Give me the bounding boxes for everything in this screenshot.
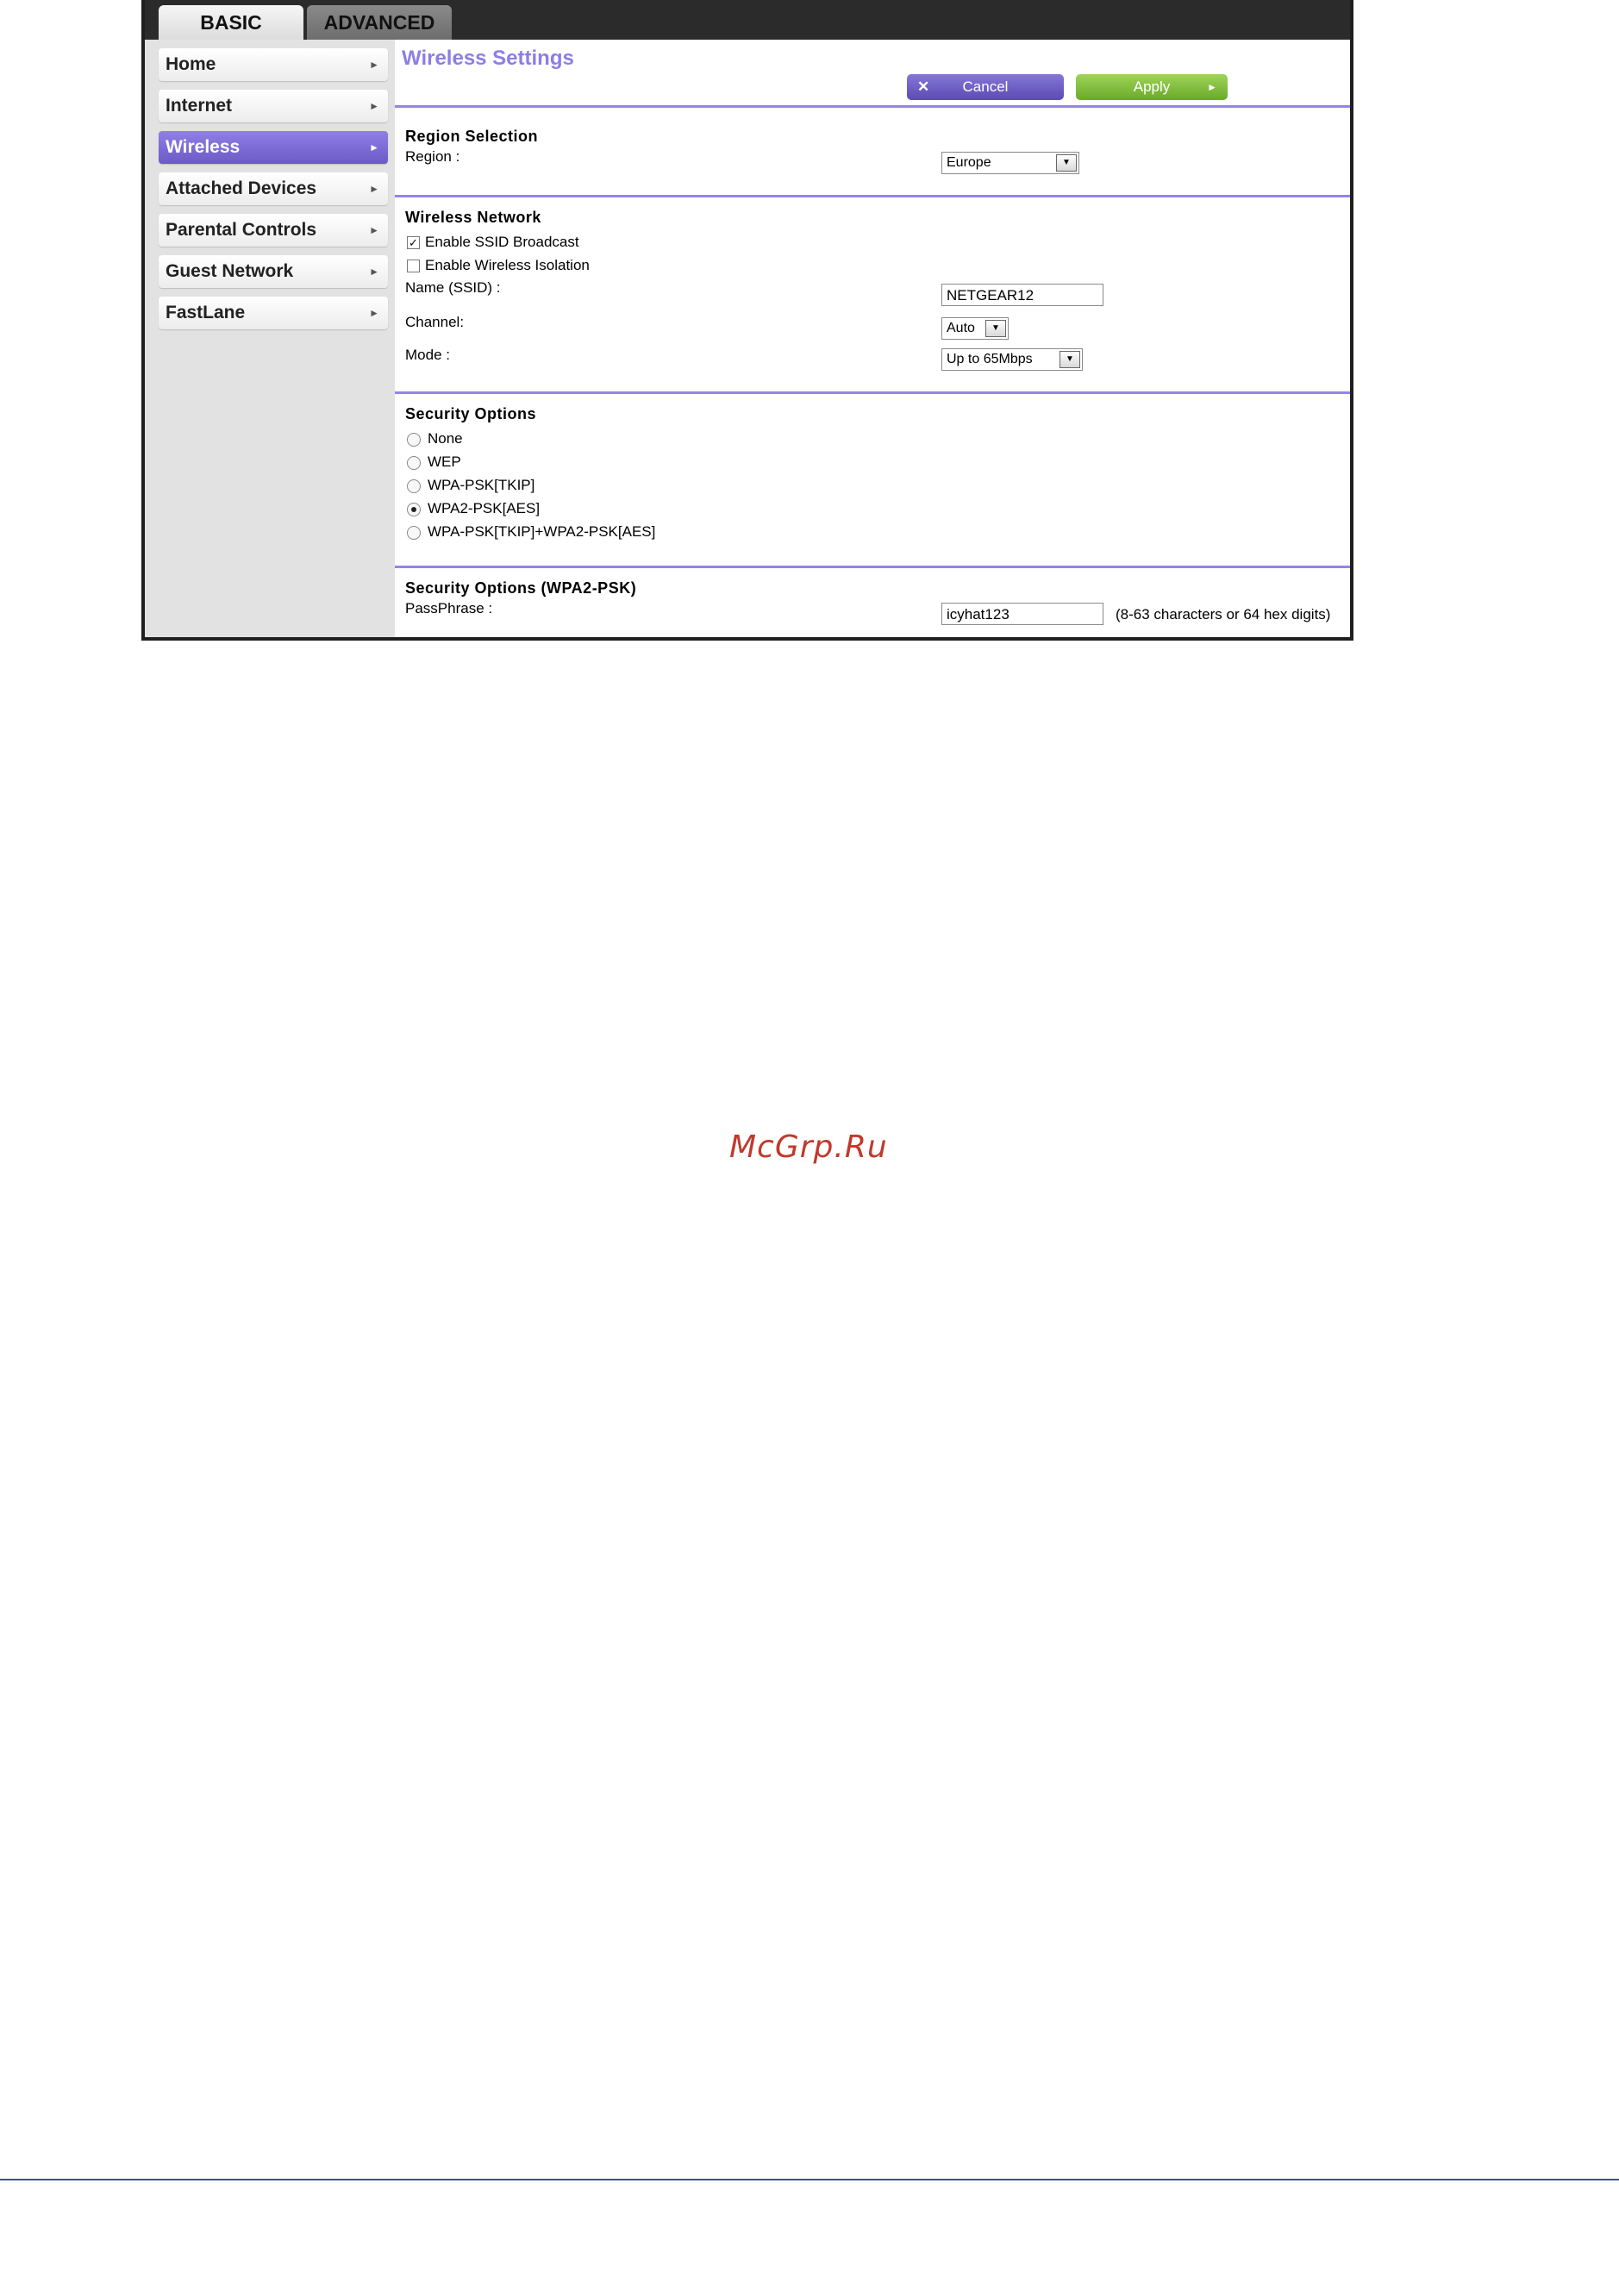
wireless-network-section-title: Wireless Network <box>405 209 541 226</box>
sidebar-item-fastlane[interactable]: FastLane ► <box>159 297 388 329</box>
chevron-right-icon: ► <box>369 224 379 236</box>
top-tab-bar: BASIC ADVANCED <box>145 0 1350 40</box>
radio-button[interactable] <box>407 525 421 540</box>
sidebar-item-parental-controls[interactable]: Parental Controls ► <box>159 214 388 247</box>
sidebar-item-home[interactable]: Home ► <box>159 48 388 81</box>
chevron-right-icon: ► <box>369 266 379 278</box>
page-title: Wireless Settings <box>402 47 574 70</box>
region-select-value: Europe <box>947 155 991 170</box>
passphrase-hint: (8-63 characters or 64 hex digits) <box>1116 606 1331 622</box>
chevron-right-icon: ► <box>369 141 379 153</box>
section-divider <box>395 566 1350 568</box>
wireless-isolation-row[interactable]: Enable Wireless Isolation <box>407 256 590 275</box>
main-content: Wireless Settings ✕ Cancel Apply ► Regio… <box>395 40 1350 637</box>
cancel-button[interactable]: ✕ Cancel <box>907 74 1064 100</box>
security-option-wpa2-psk-aes[interactable]: WPA2-PSK[AES] <box>407 499 540 518</box>
security-option-label: WPA2-PSK[AES] <box>428 500 541 516</box>
section-divider <box>395 105 1350 108</box>
sidebar: Home ► Internet ► Wireless ► Attached De… <box>145 40 395 637</box>
security-option-wpa-psk-tkip[interactable]: WPA-PSK[TKIP] <box>407 476 534 495</box>
security-option-mixed[interactable]: WPA-PSK[TKIP]+WPA2-PSK[AES] <box>407 522 655 541</box>
radio-button[interactable] <box>407 479 421 493</box>
tab-basic[interactable]: BASIC <box>159 5 303 40</box>
security-option-label: WEP <box>428 454 461 470</box>
mode-select-value: Up to 65Mbps <box>947 352 1033 366</box>
apply-button[interactable]: Apply ► <box>1076 74 1228 100</box>
chevron-right-icon: ► <box>369 183 379 195</box>
chevron-right-icon: ► <box>1207 81 1217 93</box>
region-select[interactable]: Europe ▼ <box>941 152 1079 174</box>
router-admin-screenshot: BASIC ADVANCED Home ► Internet ► Wireles… <box>141 0 1353 641</box>
cancel-button-label: Cancel <box>962 78 1009 95</box>
close-icon: ✕ <box>917 78 930 95</box>
channel-label: Channel: <box>405 314 465 330</box>
tab-advanced[interactable]: ADVANCED <box>307 5 452 40</box>
caret-down-icon: ▼ <box>1056 154 1077 172</box>
section-divider <box>395 195 1350 197</box>
ssid-name-label: Name (SSID) : <box>405 279 501 296</box>
radio-button[interactable] <box>407 432 421 447</box>
region-section-title: Region Selection <box>405 128 539 145</box>
sidebar-item-label: Parental Controls <box>166 220 317 240</box>
channel-select-value: Auto <box>947 321 975 335</box>
mode-label: Mode : <box>405 347 450 363</box>
chevron-right-icon: ► <box>369 100 379 112</box>
sidebar-item-guest-network[interactable]: Guest Network ► <box>159 255 388 288</box>
apply-button-label: Apply <box>1133 78 1171 95</box>
mode-select[interactable]: Up to 65Mbps ▼ <box>941 348 1083 371</box>
sidebar-item-label: FastLane <box>166 303 246 322</box>
radio-button[interactable] <box>407 455 421 470</box>
security-option-none[interactable]: None <box>407 429 463 448</box>
wireless-isolation-checkbox[interactable] <box>407 260 420 273</box>
ssid-name-input[interactable]: NETGEAR12 <box>941 284 1103 306</box>
channel-select[interactable]: Auto ▼ <box>941 317 1009 340</box>
sidebar-item-wireless[interactable]: Wireless ► <box>159 131 388 164</box>
sidebar-item-label: Guest Network <box>166 261 294 281</box>
section-divider <box>395 391 1350 394</box>
caret-down-icon: ▼ <box>985 320 1006 337</box>
ssid-broadcast-label: Enable SSID Broadcast <box>425 234 579 250</box>
sidebar-item-label: Attached Devices <box>166 178 317 198</box>
security-option-label: WPA-PSK[TKIP]+WPA2-PSK[AES] <box>428 523 656 540</box>
ssid-broadcast-checkbox[interactable]: ✓ <box>407 236 420 250</box>
footer-rule <box>0 2179 1619 2180</box>
security-option-label: None <box>428 430 463 447</box>
radio-button-selected[interactable] <box>407 502 421 516</box>
wpa2-section-title: Security Options (WPA2-PSK) <box>405 579 637 597</box>
sidebar-item-label: Home <box>166 54 216 74</box>
sidebar-item-attached-devices[interactable]: Attached Devices ► <box>159 172 388 205</box>
sidebar-item-internet[interactable]: Internet ► <box>159 90 388 122</box>
region-label: Region : <box>405 148 460 165</box>
sidebar-item-label: Wireless <box>166 137 241 157</box>
sidebar-item-label: Internet <box>166 96 233 116</box>
passphrase-input[interactable]: icyhat123 <box>941 603 1103 625</box>
ssid-broadcast-row[interactable]: ✓ Enable SSID Broadcast <box>407 233 579 252</box>
caret-down-icon: ▼ <box>1060 351 1080 368</box>
watermark: McGrp.Ru <box>729 1129 888 1165</box>
chevron-right-icon: ► <box>369 307 379 319</box>
wireless-isolation-label: Enable Wireless Isolation <box>425 257 590 273</box>
security-option-wep[interactable]: WEP <box>407 453 461 472</box>
security-options-section-title: Security Options <box>405 405 537 422</box>
passphrase-label: PassPhrase : <box>405 600 493 616</box>
security-option-label: WPA-PSK[TKIP] <box>428 477 535 493</box>
chevron-right-icon: ► <box>369 59 379 71</box>
